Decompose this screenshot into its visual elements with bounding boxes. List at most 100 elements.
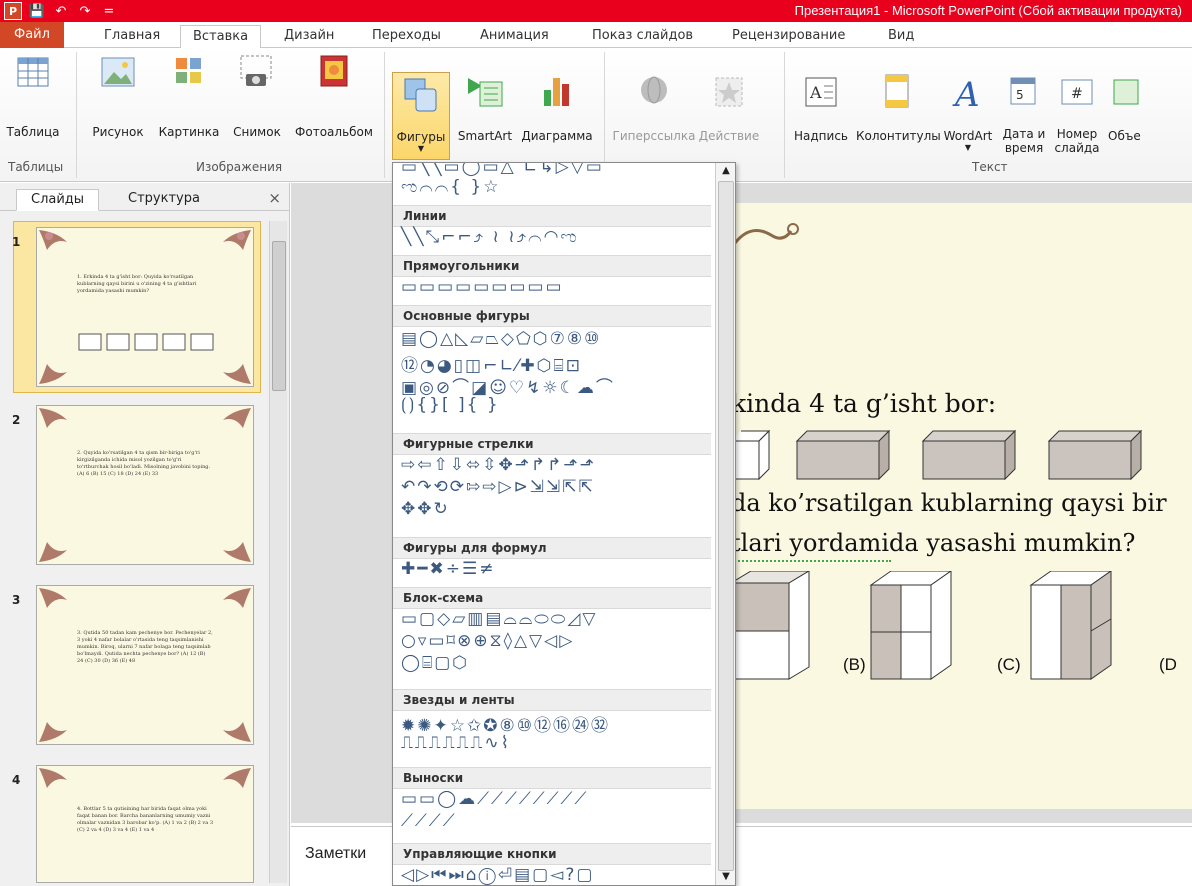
shape-row-flowchart-3[interactable]: ◯⌸▢⬡ xyxy=(401,653,469,673)
slide-number-button[interactable]: # Номер слайда xyxy=(1050,72,1104,155)
shape-row-equation[interactable]: ✚━✖÷☰≠ xyxy=(401,559,495,579)
tab-home[interactable]: Главная xyxy=(92,25,172,48)
shapes-label: Фигуры xyxy=(396,130,446,144)
datetime-button[interactable]: 5 Дата и время xyxy=(998,72,1050,155)
photo-album-button[interactable]: Фотоальбом xyxy=(290,52,378,139)
textbox-button[interactable]: A Надпись xyxy=(788,72,854,143)
table-icon xyxy=(17,57,49,87)
scroll-up-icon[interactable]: ▲ xyxy=(718,165,734,179)
thumbnail-cubes xyxy=(78,333,214,351)
shape-row-arrows-1[interactable]: ⇨⇦⇧⇩⬄⇳✥⬏↱↱⬏⬏ xyxy=(401,455,596,475)
shape-row-flowchart-1[interactable]: ▭▢◇▱▥▤⌓⌓⬭⬭◿▽ xyxy=(401,609,597,629)
powerpoint-app-icon[interactable]: P xyxy=(4,2,22,20)
smartart-button[interactable]: SmartArt xyxy=(452,72,518,143)
section-basic-shapes: Основные фигуры xyxy=(393,305,711,327)
picture-label: Рисунок xyxy=(92,125,144,139)
shape-row-arrows-2[interactable]: ↶↷⟲⟳⇰⇨▷⊳⇲⇲⇱⇱ xyxy=(401,477,595,497)
title-bar: P 💾 ↶ ↷ = Презентация1 - Microsoft Power… xyxy=(0,0,1192,22)
floral-corner-icon xyxy=(39,588,67,608)
slide-thumbnail[interactable]: 1. Erkinda 4 ta g'isht bor: Quyida ko'rs… xyxy=(36,227,254,387)
tab-slideshow[interactable]: Показ слайдов xyxy=(580,25,705,48)
floral-corner-icon xyxy=(39,768,67,788)
slide-thumbnail[interactable]: 4. Bottlar 5 ta qutisining har birida fa… xyxy=(36,765,254,883)
shape-row-basic-4[interactable]: ⟮⟯{}[ ]{ } xyxy=(401,395,500,415)
current-slide[interactable]: kinda 4 ta g’isht bor: da ko’rsatilgan k… xyxy=(731,203,1192,809)
section-rectangles: Прямоугольники xyxy=(393,255,711,277)
tab-view[interactable]: Вид xyxy=(876,25,926,48)
thumbnail-text: 3. Qutida 50 tadan kam pechenye bor. Pec… xyxy=(77,630,213,664)
slide-number: 3 xyxy=(12,593,21,607)
scrollbar-thumb[interactable] xyxy=(272,241,286,391)
wordart-icon: A xyxy=(952,75,980,115)
shape-row-stars-2[interactable]: ⎍⎍⎍⎍⎍⎍∿⌇ xyxy=(401,733,511,753)
shape-row-callouts-1[interactable]: ▭▭◯☁⟋⟋⟋⟋⟋⟋⟋⟋ xyxy=(401,789,588,809)
screenshot-label: Снимок xyxy=(233,125,281,139)
shapes-button[interactable]: Фигуры ▼ xyxy=(392,72,450,160)
group-separator xyxy=(604,52,605,178)
slide-thumbnail[interactable]: 2. Quyida ko'rsatilgan 4 ta qism bir-bir… xyxy=(36,405,254,565)
clipart-button[interactable]: Картинка xyxy=(154,52,224,139)
floral-corner-icon xyxy=(223,722,251,742)
action-button[interactable]: Действие xyxy=(694,72,764,143)
hyperlink-icon xyxy=(641,76,667,104)
picture-button[interactable]: Рисунок xyxy=(88,52,148,139)
slide-number-label-2: слайда xyxy=(1054,141,1100,155)
header-footer-icon xyxy=(885,74,909,108)
close-icon[interactable]: × xyxy=(268,189,281,207)
tab-animation[interactable]: Анимация xyxy=(468,25,561,48)
save-icon[interactable]: 💾 xyxy=(28,2,46,20)
shape-row-basic-1[interactable]: ▤◯△◺▱⏢◇⬠⬡⑦⑧⑩ xyxy=(401,329,601,349)
tab-insert[interactable]: Вставка xyxy=(180,25,262,49)
option-b-label: (B) xyxy=(843,655,866,674)
slide-line-1: kinda 4 ta g’isht bor: xyxy=(731,389,997,418)
screenshot-button[interactable]: Снимок xyxy=(226,52,288,139)
tab-file[interactable]: Файл xyxy=(0,22,64,48)
slide-number-icon: # xyxy=(1061,79,1093,105)
undo-icon[interactable]: ↶ xyxy=(52,2,70,20)
spellcheck-underline xyxy=(731,560,891,562)
floral-corner-icon xyxy=(39,722,67,742)
action-label: Действие xyxy=(698,129,760,143)
action-icon xyxy=(715,77,743,107)
shape-row-callouts-2[interactable]: ⟋⟋⟋⟋ xyxy=(401,811,457,831)
shape-row-flowchart-2[interactable]: ○▿▭⌑⊗⊕⧖◊△▽◁▷ xyxy=(401,631,574,651)
svg-text:#: # xyxy=(1071,86,1083,102)
floral-corner-icon xyxy=(39,408,67,428)
scroll-down-icon[interactable]: ▼ xyxy=(718,871,734,885)
shape-row-arrows-3[interactable]: ✥✥↻ xyxy=(401,499,450,519)
object-button[interactable]: Объе xyxy=(1104,72,1192,143)
tab-outline[interactable]: Структура xyxy=(114,189,214,211)
shape-row-rectangles[interactable]: ▭▭▭▭▭▭▭▭▭ xyxy=(401,277,564,297)
group-images-label: Изображения xyxy=(196,160,283,174)
tab-review[interactable]: Рецензирование xyxy=(720,25,857,48)
tab-slides[interactable]: Слайды xyxy=(16,189,100,211)
redo-icon[interactable]: ↷ xyxy=(76,2,94,20)
section-block-arrows: Фигурные стрелки xyxy=(393,433,711,455)
table-button[interactable]: Таблица xyxy=(4,52,62,139)
shape-row-recent-2[interactable]: ಌ⌒⌒{ }☆ xyxy=(401,177,500,197)
slide-thumbnail[interactable]: 3. Qutida 50 tadan kam pechenye bor. Pec… xyxy=(36,585,254,745)
tab-transitions[interactable]: Переходы xyxy=(360,25,453,48)
object-label: Объе xyxy=(1108,129,1141,143)
shape-row-action-buttons[interactable]: ◁▷⏮⏭⌂ⓘ⏎▤▢◅?▢ xyxy=(401,865,594,885)
datetime-label-1: Дата и xyxy=(1002,127,1046,141)
chart-label: Диаграмма xyxy=(521,129,593,143)
photo-album-icon xyxy=(320,55,348,87)
section-stars-banners: Звезды и ленты xyxy=(393,689,711,711)
customize-toolbar-icon[interactable]: = xyxy=(100,2,118,20)
floral-corner-icon xyxy=(39,542,67,562)
shape-row-lines[interactable]: ╲╲⤡⌐⌐⤴ ≀ ≀⤴⌒◠ಌ xyxy=(401,227,579,247)
scrollbar-thumb[interactable] xyxy=(718,181,734,871)
header-footer-button[interactable]: Колонтитулы xyxy=(856,72,941,143)
shape-row-recent-1[interactable]: ▭╲╲▭◯▭△ ∟↳▷▽▭ xyxy=(401,163,604,177)
clipart-label: Картинка xyxy=(158,125,220,139)
wordart-button[interactable]: A WordArt ▼ xyxy=(940,72,996,152)
bricks-illustration xyxy=(731,429,1143,481)
chart-button[interactable]: Диаграмма xyxy=(516,72,598,143)
group-separator xyxy=(384,52,385,178)
thumbnails-scrollbar[interactable] xyxy=(269,221,287,883)
floral-corner-icon xyxy=(223,588,251,608)
hyperlink-button[interactable]: Гиперссылка xyxy=(612,72,696,143)
gallery-scrollbar[interactable]: ▲ ▼ xyxy=(715,163,735,885)
tab-design[interactable]: Дизайн xyxy=(272,25,346,48)
